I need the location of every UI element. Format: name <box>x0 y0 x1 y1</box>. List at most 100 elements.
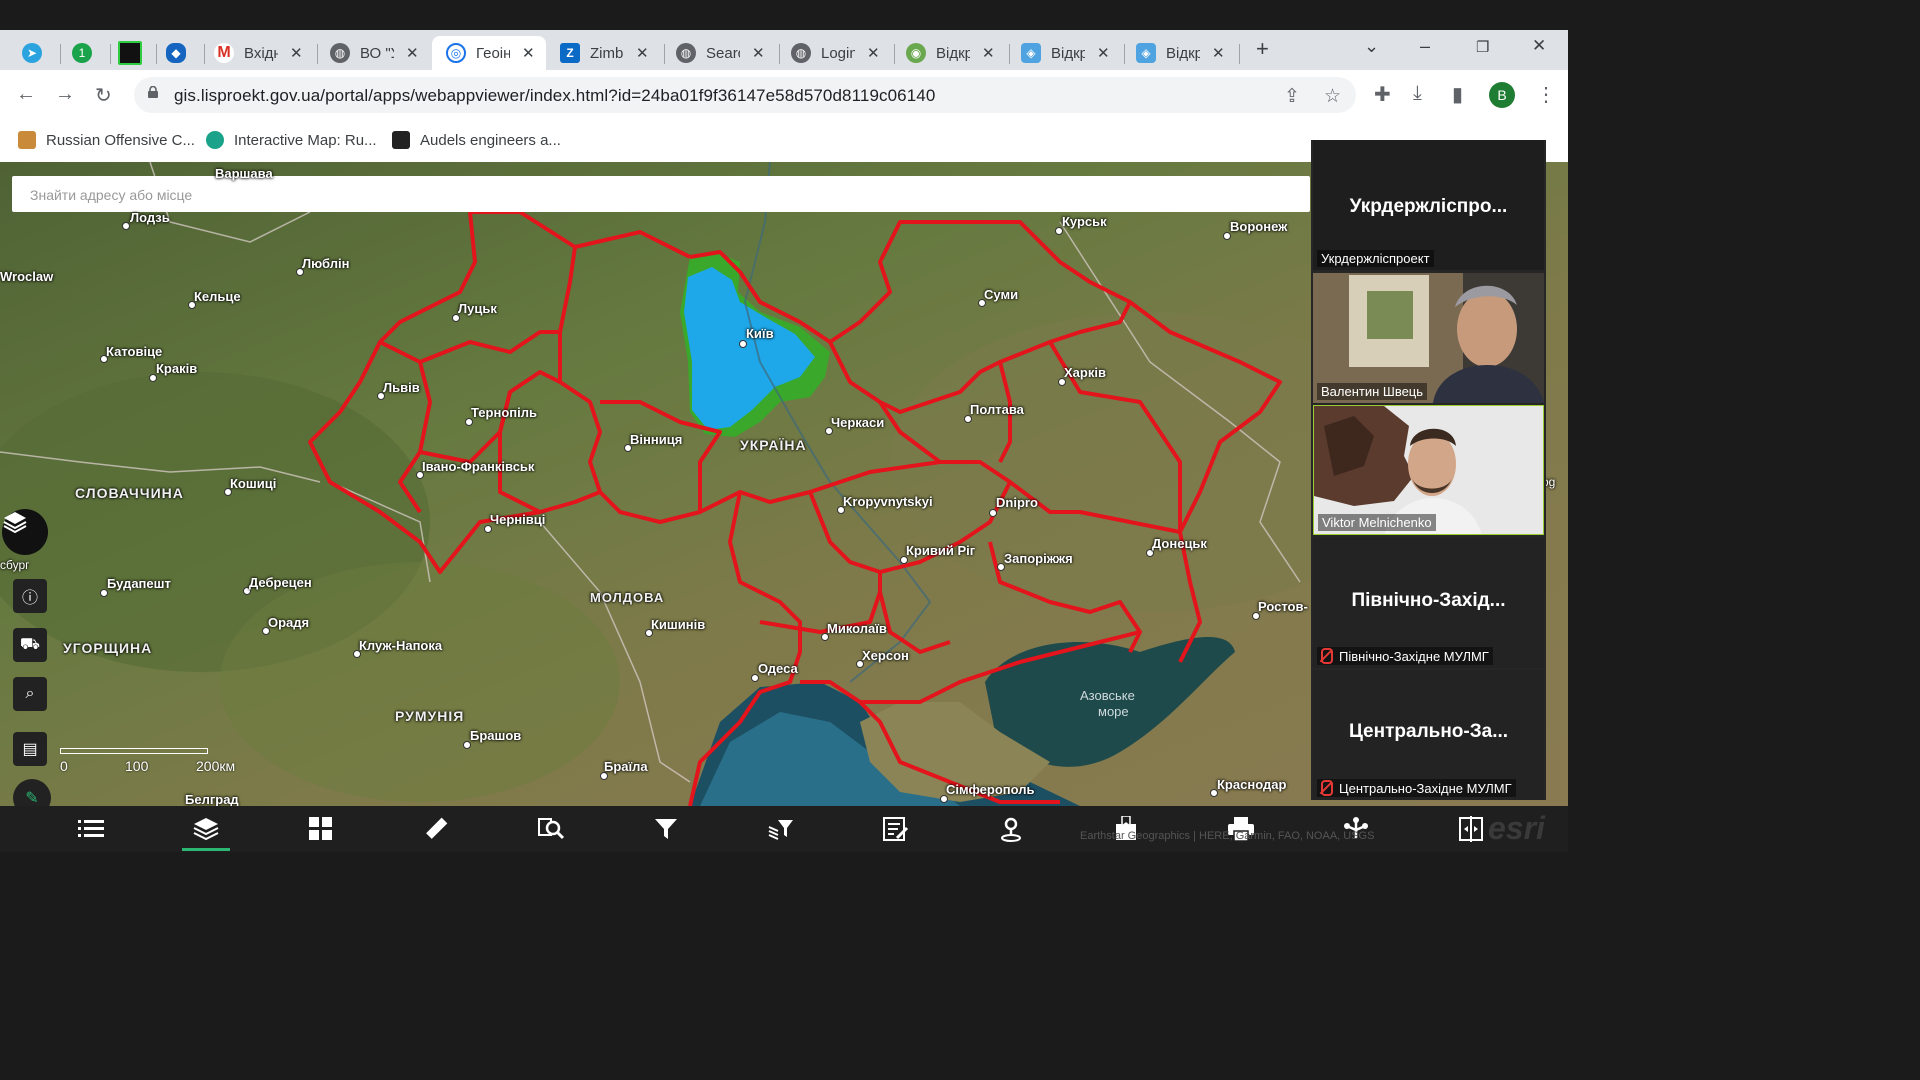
city-label: Тернопіль <box>471 405 537 420</box>
close-tab-icon[interactable]: ✕ <box>867 44 880 62</box>
reload-icon[interactable]: ↻ <box>95 83 112 108</box>
swipe-button[interactable] <box>1456 814 1486 844</box>
city-label: Кельце <box>194 289 241 304</box>
profile-avatar[interactable]: B <box>1489 82 1515 108</box>
close-tab-icon[interactable]: ✕ <box>1212 44 1225 62</box>
city-label: Белград <box>185 792 239 806</box>
restore-button[interactable]: ❐ <box>1476 38 1489 56</box>
globe-icon: ◍ <box>791 43 811 63</box>
city-label: Варшава <box>215 166 273 181</box>
tab-open-2[interactable]: ◈ Відкр ✕ <box>1021 36 1121 70</box>
download-icon[interactable]: ⤓ <box>1413 82 1422 105</box>
list-button[interactable]: ▤ <box>13 732 47 766</box>
city-dot <box>989 509 997 517</box>
eye-icon: ◆ <box>166 43 186 63</box>
bookmark-item[interactable]: Russian Offensive C... <box>18 131 195 149</box>
esri-logo: esri <box>1488 810 1545 846</box>
participant-video-tile[interactable]: Viktor Melnichenko <box>1313 405 1544 535</box>
address-bar[interactable]: gis.lisproekt.gov.ua/portal/apps/webappv… <box>134 77 1356 113</box>
map-search-box[interactable] <box>12 176 1312 214</box>
scale-label: 0 <box>60 758 68 774</box>
widget-toolbar: Earthstar Geographics | HERE, Garmin, FA… <box>0 806 1568 852</box>
caption-text: Північно-Західне МУЛМГ <box>1339 648 1489 664</box>
participant-name-large: Укрдержліспро... <box>1349 196 1508 217</box>
layer-list-button[interactable] <box>191 814 221 844</box>
close-tab-icon[interactable]: ✕ <box>752 44 765 62</box>
participant-tile[interactable]: Центрально-За... Центрально-Західне МУЛМ… <box>1313 670 1544 800</box>
url-text[interactable]: gis.lisproekt.gov.ua/portal/apps/webappv… <box>174 86 935 106</box>
city-label: Івано-Франківськ <box>422 459 535 474</box>
basemap-gallery-button[interactable] <box>306 814 336 844</box>
city-label: Орадя <box>268 615 310 630</box>
close-tab-icon[interactable]: ✕ <box>636 44 649 62</box>
participant-video-tile[interactable]: Валентин Швець <box>1313 273 1544 403</box>
tab-login[interactable]: ◍ Login ✕ <box>791 36 891 70</box>
new-tab-button[interactable]: + <box>1256 36 1269 62</box>
tab-geoinfo-active[interactable]: ◎ Геоін ✕ <box>432 36 546 70</box>
edit-list-icon <box>883 817 909 841</box>
side-panel-icon[interactable]: ▮ <box>1452 82 1463 107</box>
one-icon: 1 <box>72 43 92 63</box>
participant-tile[interactable]: Укрдержліспро... Укрдержліспроект <box>1313 140 1544 270</box>
tab-open-3[interactable]: ◈ Відкр ✕ <box>1136 36 1236 70</box>
layers-widget-button[interactable] <box>2 509 48 555</box>
tab-gmail[interactable]: M Вхідн ✕ <box>214 36 314 70</box>
kebab-menu-icon[interactable]: ⋮ <box>1536 82 1556 107</box>
muted-mic-icon <box>1321 780 1333 796</box>
city-label: Чернівці <box>490 512 546 527</box>
tab-search-chevron-icon[interactable]: ⌄ <box>1364 36 1379 57</box>
close-tab-icon[interactable]: ✕ <box>522 44 535 62</box>
city-label: Краків <box>156 361 198 376</box>
city-label: Будапешт <box>107 576 171 591</box>
tab-search[interactable]: ◍ Searc ✕ <box>676 36 776 70</box>
swipe-icon <box>1459 816 1483 842</box>
ruler-icon <box>426 817 448 839</box>
city-label: Донецьк <box>1152 536 1207 551</box>
participant-caption: Північно-Західне МУЛМГ <box>1317 647 1493 665</box>
city-label: Курськ <box>1062 214 1107 229</box>
measure-button[interactable] <box>421 814 451 844</box>
participant-caption: Центрально-Західне МУЛМГ <box>1317 779 1516 797</box>
tab-title: Searc <box>706 44 740 62</box>
close-tab-icon[interactable]: ✕ <box>1097 44 1110 62</box>
map-search-input[interactable] <box>12 176 1312 214</box>
tab-app[interactable] <box>118 36 152 70</box>
filter-button[interactable] <box>651 814 681 844</box>
city-label: Херсон <box>862 648 909 663</box>
legend-button[interactable] <box>76 814 106 844</box>
tab-zimbra[interactable]: Z Zimb ✕ <box>560 36 660 70</box>
edit-attributes-button[interactable] <box>881 814 911 844</box>
scale-label: 100 <box>125 758 149 774</box>
tab-vo[interactable]: ◍ ВО "У ✕ <box>330 36 430 70</box>
tab-telegram[interactable]: ➤ <box>22 36 56 70</box>
forward-arrow-icon[interactable]: → <box>55 83 75 106</box>
zoom-search-button[interactable]: ⌕ <box>13 677 47 711</box>
close-tab-icon[interactable]: ✕ <box>982 44 995 62</box>
close-window-button[interactable]: ✕ <box>1532 36 1546 56</box>
filter-icon <box>655 819 677 839</box>
gmail-icon: M <box>214 43 234 63</box>
tab-eye[interactable]: ◆ <box>166 36 200 70</box>
tab-open-1[interactable]: ◉ Відкр ✕ <box>906 36 1006 70</box>
bookmark-item[interactable]: Interactive Map: Ru... <box>206 131 377 149</box>
tab-title: Zimb <box>590 44 624 62</box>
tab-one[interactable]: 1 <box>72 36 106 70</box>
coordinate-button[interactable] <box>996 814 1026 844</box>
bookmark-star-icon[interactable]: ☆ <box>1324 85 1341 108</box>
query-button[interactable] <box>536 814 566 844</box>
back-arrow-icon[interactable]: ← <box>16 83 36 106</box>
extensions-puzzle-icon[interactable]: ✚ <box>1374 82 1391 107</box>
participant-tile[interactable]: Північно-Захід... Північно-Західне МУЛМГ <box>1313 538 1544 668</box>
close-tab-icon[interactable]: ✕ <box>406 44 419 62</box>
info-button[interactable]: ⓘ <box>13 579 47 613</box>
close-tab-icon[interactable]: ✕ <box>290 44 303 62</box>
layers-icon <box>3 512 27 534</box>
basemap-button[interactable]: ⛟ <box>13 628 47 662</box>
globe-icon: ◍ <box>676 43 696 63</box>
minimize-button[interactable]: – <box>1420 36 1430 57</box>
layer-filter-button[interactable] <box>766 814 796 844</box>
share-icon[interactable]: ⇪ <box>1284 85 1300 108</box>
bookmark-item[interactable]: Audels engineers a... <box>392 131 561 149</box>
hat-icon: ⛟ <box>19 636 41 653</box>
sea-label: море <box>1098 704 1129 719</box>
